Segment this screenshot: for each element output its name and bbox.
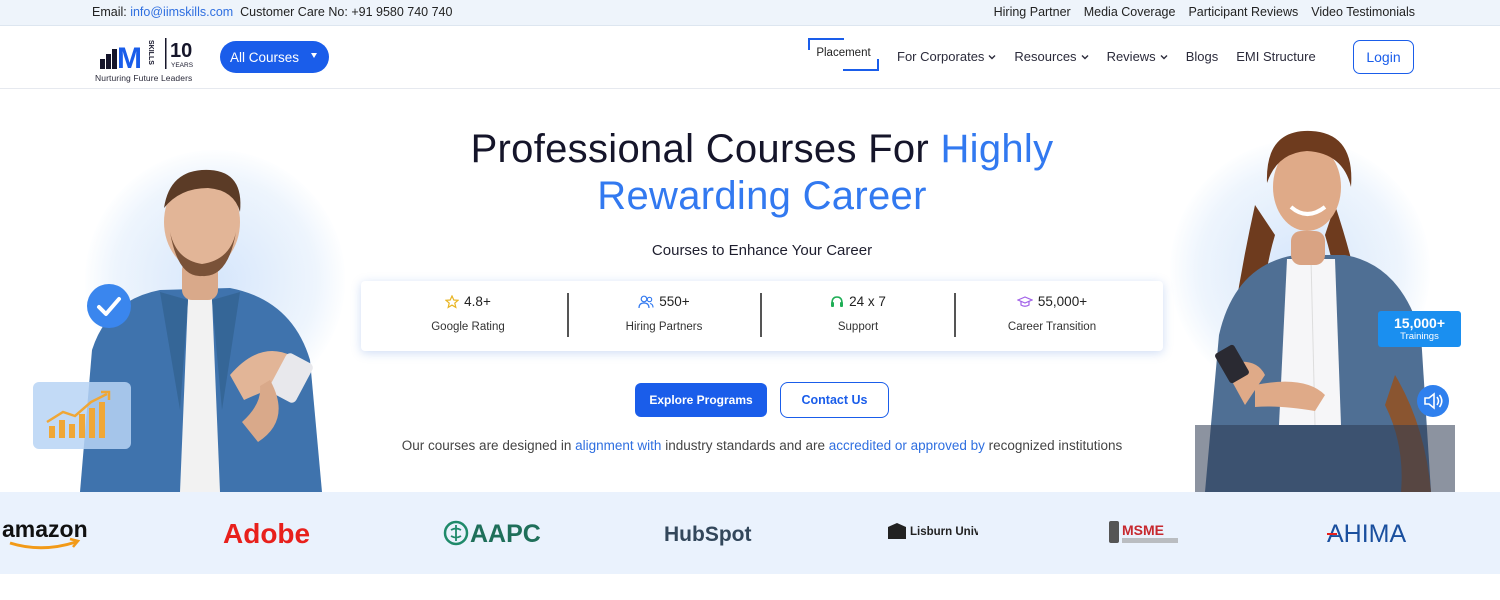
svg-text:AHIMA: AHIMA: [1327, 520, 1407, 548]
hero-title-line2: Rewarding Career: [597, 174, 927, 218]
placement-link[interactable]: Placement: [808, 38, 879, 71]
stat-value: 55,000+: [1037, 294, 1088, 309]
svg-text:HubSpot: HubSpot: [664, 523, 751, 546]
amazon-logo-icon: amazon: [2, 516, 88, 550]
logo-lisburn-university: Lisburn University: [886, 492, 978, 574]
stat-support: 24 x 7 Support: [761, 281, 955, 351]
caret-down-icon: [311, 53, 317, 58]
customer-care-number[interactable]: +91 9580 740 740: [351, 5, 452, 19]
lisburn-university-logo-icon: Lisburn University: [888, 523, 978, 539]
top-links: Hiring Partner Media Coverage Participan…: [994, 5, 1415, 19]
top-link-video-testimonials[interactable]: Video Testimonials: [1311, 5, 1415, 19]
stat-career-transition: 55,000+ Career Transition: [955, 281, 1149, 351]
logo-amazon: amazon: [2, 492, 92, 574]
graduation-cap-icon: [1016, 295, 1033, 307]
trainings-label: Trainings: [1400, 331, 1439, 342]
all-courses-label: All Courses: [230, 49, 300, 65]
chevron-down-icon: [1081, 54, 1089, 59]
hero-title-part1: Professional Courses For: [470, 127, 941, 171]
nav-item-reviews[interactable]: Reviews: [1107, 49, 1168, 64]
site-logo[interactable]: M SKILLS 10 YEARS Nurturing Future Leade…: [95, 35, 207, 83]
svg-text:Lisburn University: Lisburn University: [910, 526, 978, 538]
logo-hubspot: HubSpot: [664, 492, 754, 574]
nav-item-label: Resources: [1014, 49, 1077, 64]
contact-info: Email: info@iimskills.com Customer Care …: [92, 5, 452, 19]
svg-text:YEARS: YEARS: [171, 62, 194, 69]
accreditation-note: Our courses are designed in alignment wi…: [0, 438, 1500, 453]
top-link-media-coverage[interactable]: Media Coverage: [1084, 5, 1176, 19]
note-text: industry standards and are: [661, 438, 829, 453]
login-button[interactable]: Login: [1353, 40, 1414, 74]
stat-label: Hiring Partners: [625, 321, 703, 333]
trainings-value: 15,000+: [1394, 315, 1445, 331]
nav-item-resources[interactable]: Resources: [1014, 49, 1089, 64]
svg-text:amazon: amazon: [2, 516, 88, 542]
logo-mark-icon: M SKILLS 10 YEARS: [100, 38, 194, 75]
nav-item-label: Blogs: [1185, 49, 1219, 64]
star-icon: [445, 294, 460, 309]
stat-hiring-partners: 550+ Hiring Partners: [567, 281, 761, 351]
hubspot-logo-icon: HubSpot: [664, 523, 751, 546]
hero-title-highlight: Highly: [940, 127, 1054, 171]
speaker-icon[interactable]: [1416, 384, 1450, 418]
nav-item-label: For Corporates: [897, 49, 985, 64]
svg-text:M: M: [117, 42, 142, 75]
stat-value: 550+: [659, 294, 690, 309]
nav-item-label: EMI Structure: [1236, 49, 1316, 64]
partner-logos-strip: amazon Adobe AAPC HubSpot Lisburn Univer…: [0, 492, 1500, 574]
nav-item-for-corporates[interactable]: For Corporates: [897, 49, 996, 64]
stats-card: 4.8+ Google Rating 550+ Hiring Partners …: [361, 281, 1163, 351]
svg-text:Adobe: Adobe: [223, 518, 310, 549]
stat-value: 4.8+: [464, 294, 491, 309]
stat-value: 24 x 7: [849, 294, 886, 309]
trainings-badge: 15,000+ Trainings: [1378, 311, 1461, 347]
nav-menu: For Corporates Resources Reviews Blogs E…: [897, 49, 1316, 64]
top-info-bar: Email: info@iimskills.com Customer Care …: [0, 0, 1500, 26]
note-text: Our courses are designed in: [401, 438, 576, 453]
hero-title: Professional Courses For Highly Rewardin…: [0, 126, 1500, 220]
svg-text:MSME: MSME: [1122, 522, 1164, 538]
logo-tagline: Nurturing Future Leaders: [95, 73, 193, 83]
svg-text:AAPC: AAPC: [470, 520, 541, 548]
stat-google-rating: 4.8+ Google Rating: [371, 281, 565, 351]
logo-adobe: Adobe: [223, 492, 319, 574]
aapc-logo-icon: AAPC: [443, 520, 541, 548]
main-navigation: M SKILLS 10 YEARS Nurturing Future Leade…: [0, 27, 1500, 89]
all-courses-button[interactable]: All Courses: [220, 41, 329, 73]
nav-item-emi-structure[interactable]: EMI Structure: [1236, 49, 1315, 64]
contact-us-button[interactable]: Contact Us: [780, 382, 889, 418]
ahima-logo-icon: AHIMA: [1327, 520, 1407, 548]
stat-label: Support: [837, 321, 879, 333]
logo-aapc: AAPC: [443, 492, 545, 574]
msme-logo-icon: MSME: [1109, 521, 1178, 543]
stat-label: Career Transition: [1007, 321, 1097, 333]
logo-ahima: AHIMA: [1327, 492, 1427, 574]
verified-check-icon: [87, 284, 131, 328]
hero-subtitle: Courses to Enhance Your Career: [651, 242, 873, 259]
nav-item-blogs[interactable]: Blogs: [1186, 49, 1219, 64]
headset-icon: [831, 295, 844, 307]
chevron-down-icon: [988, 54, 996, 59]
top-link-participant-reviews[interactable]: Participant Reviews: [1188, 5, 1298, 19]
stat-label: Google Rating: [431, 321, 505, 333]
svg-text:SKILLS: SKILLS: [147, 40, 154, 65]
note-link-accredited[interactable]: accredited or approved by: [829, 438, 985, 453]
placement-label: Placement: [816, 47, 871, 59]
note-link-alignment[interactable]: alignment with: [575, 438, 661, 453]
top-link-hiring-partner[interactable]: Hiring Partner: [994, 5, 1071, 19]
note-text: recognized institutions: [984, 438, 1123, 453]
adobe-logo-icon: Adobe: [223, 518, 310, 549]
email-link[interactable]: info@iimskills.com: [130, 5, 233, 19]
customer-care-label: Customer Care No:: [240, 5, 348, 19]
logo-msme: MSME: [1107, 492, 1179, 574]
email-label: Email:: [92, 5, 131, 19]
chevron-down-icon: [1160, 54, 1168, 59]
svg-text:10: 10: [170, 40, 192, 62]
nav-item-label: Reviews: [1106, 49, 1156, 64]
explore-programs-button[interactable]: Explore Programs: [635, 383, 767, 417]
users-icon: [638, 295, 654, 308]
